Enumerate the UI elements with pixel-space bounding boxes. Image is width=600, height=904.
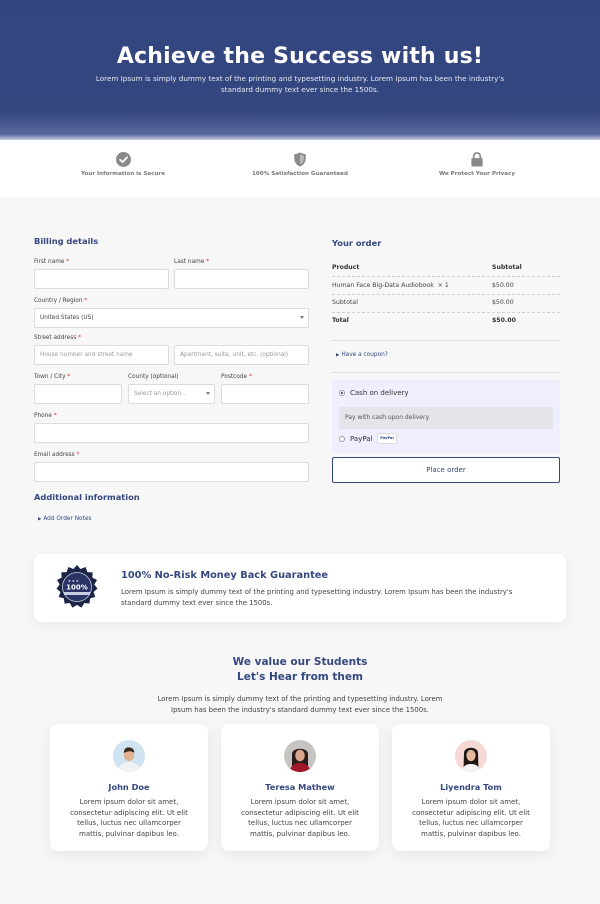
testimonial-text: Lorem ipsum dolor sit amet, consectetur … (70, 798, 188, 839)
avatar (284, 740, 316, 772)
city-field[interactable] (34, 384, 122, 404)
subtotal-label: Subtotal (332, 299, 358, 306)
testimonial-card: John Doe Lorem ipsum dolor sit amet, con… (50, 724, 208, 851)
hero-title: Achieve the Success with us! (116, 44, 484, 69)
check-circle-icon (115, 152, 131, 167)
order-item-name: Human Face Big-Data Audiobook × 1 (332, 282, 449, 289)
street-label: Street address * (34, 335, 81, 341)
have-coupon-link[interactable]: ▶ Have a coupon? (336, 352, 388, 358)
students-title-line2: Let's Hear from them (237, 671, 363, 683)
shield-icon (294, 152, 306, 167)
svg-text:★ ★ ★: ★ ★ ★ (68, 579, 79, 583)
subtotal-value: $50.00 (492, 299, 514, 306)
cod-radio[interactable] (339, 390, 345, 396)
testimonial-card: Liyendra Tom Lorem ipsum dolor sit amet,… (392, 724, 550, 851)
trust-label-privacy: We Protect Your Privacy (438, 171, 516, 177)
add-order-notes-link[interactable]: ▶ Add Order Notes (38, 516, 91, 522)
chevron-down-icon (300, 316, 304, 319)
country-label: Country / Region * (34, 298, 88, 304)
guarantee-title: 100% No-Risk Money Back Guarantee (121, 570, 329, 581)
students-title-line1: We value our Students (232, 656, 368, 668)
street-address-field[interactable]: House number and street name (34, 345, 169, 365)
lock-icon (471, 152, 483, 167)
hero-banner: Achieve the Success with us! Lorem Ipsum… (0, 0, 600, 140)
email-field[interactable] (34, 462, 309, 482)
testimonial-text: Lorem ipsum dolor sit amet, consectetur … (412, 798, 530, 839)
county-select[interactable]: Select an option... (128, 384, 215, 404)
order-col-product: Product (332, 264, 360, 271)
last-name-field[interactable] (174, 269, 309, 289)
order-title: Your order (332, 238, 382, 248)
trust-item-guarantee: 100% Satisfaction Guaranteed (220, 152, 380, 177)
phone-field[interactable] (34, 423, 309, 443)
total-label: Total (332, 317, 349, 324)
avatar (113, 740, 145, 772)
badge-text: 100% (66, 584, 88, 592)
total-value: $50.00 (492, 317, 516, 324)
country-value: United States (US) (40, 315, 94, 321)
guarantee-text: Lorem Ipsum is simply dummy text of the … (121, 588, 513, 607)
place-order-button[interactable]: Place order (332, 457, 560, 483)
paypal-logo-icon: PayPal (377, 433, 397, 444)
country-select[interactable]: United States (US) (34, 308, 309, 328)
paypal-radio[interactable] (339, 436, 345, 442)
chevron-down-icon (206, 392, 210, 395)
trust-bar: Your Information is Secure 100% Satisfac… (0, 140, 600, 197)
guarantee-card: ★ ★ ★ 100% 100% No-Risk Money Back Guara… (34, 554, 566, 622)
trust-item-privacy: We Protect Your Privacy (397, 152, 557, 177)
divider (332, 294, 560, 295)
order-item-qty: × 1 (437, 282, 449, 289)
students-heading: We value our Students Let's Hear from th… (0, 655, 600, 685)
divider (332, 372, 560, 373)
trust-label-secure: Your Information is Secure (80, 171, 165, 177)
divider (332, 340, 560, 341)
divider (332, 312, 560, 313)
first-name-label: First name * (34, 259, 70, 265)
last-name-label: Last name * (174, 259, 210, 265)
trust-item-secure: Your Information is Secure (43, 152, 203, 177)
billing-title: Billing details (34, 236, 99, 246)
city-label: Town / City * (34, 374, 71, 380)
additional-info-title: Additional information (34, 492, 140, 502)
phone-label: Phone * (34, 413, 57, 419)
first-name-field[interactable] (34, 269, 169, 289)
testimonial-name: Liyendra Tom (440, 782, 502, 792)
divider (332, 276, 560, 277)
county-placeholder: Select an option... (134, 391, 187, 397)
caret-right-icon: ▶ (38, 517, 42, 522)
paypal-label[interactable]: PayPal (350, 435, 372, 443)
students-intro: Lorem Ipsum is simply dummy text of the … (157, 695, 443, 714)
cod-description: Pay with cash upon delivery. (339, 407, 553, 429)
order-item-price: $50.00 (492, 282, 514, 289)
county-label: County (optional) (128, 374, 179, 380)
caret-right-icon: ▶ (336, 353, 340, 358)
testimonial-name: Teresa Mathew (265, 782, 335, 792)
trust-label-guarantee: 100% Satisfaction Guaranteed (252, 171, 348, 177)
money-back-badge-icon: ★ ★ ★ 100% (56, 565, 98, 608)
hero-subtitle: Lorem Ipsum is simply dummy text of the … (95, 74, 505, 94)
cod-label[interactable]: Cash on delivery (350, 389, 409, 397)
postcode-field[interactable] (221, 384, 309, 404)
postcode-label: Postcode * (221, 374, 252, 380)
avatar (455, 740, 487, 772)
testimonial-card: Teresa Mathew Lorem ipsum dolor sit amet… (221, 724, 379, 851)
testimonial-text: Lorem ipsum dolor sit amet, consectetur … (241, 798, 359, 839)
payment-methods: Cash on delivery Pay with cash upon deli… (332, 380, 560, 453)
testimonial-name: John Doe (108, 782, 150, 792)
email-label: Email address * (34, 452, 80, 458)
apartment-field[interactable]: Apartment, suite, unit, etc. (optional) (174, 345, 309, 365)
order-col-subtotal: Subtotal (492, 264, 522, 271)
